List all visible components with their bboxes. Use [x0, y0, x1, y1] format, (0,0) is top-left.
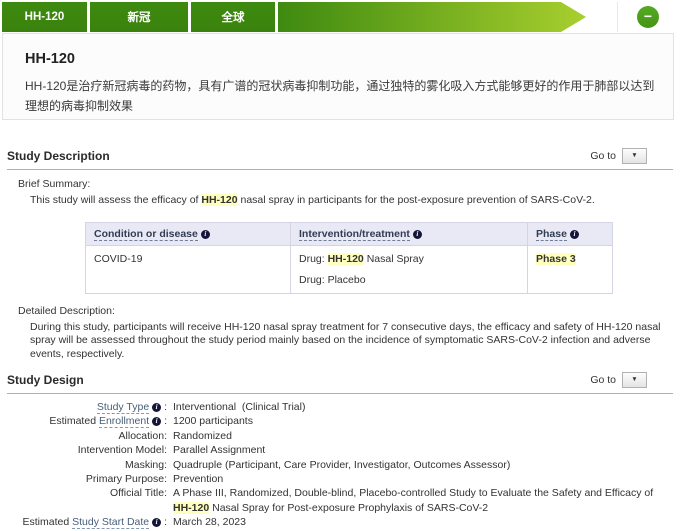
- table-header-row: Condition or diseasei Intervention/treat…: [86, 222, 613, 245]
- clinical-trial-page: HH-120 新冠 全球 − HH-120 HH-120是治疗新冠病毒的药物，具…: [0, 0, 680, 531]
- field-label: Primary Purpose:: [7, 472, 167, 486]
- info-icon[interactable]: i: [201, 230, 210, 239]
- goto-label: Go to: [590, 150, 616, 162]
- condition-header-term[interactable]: Condition or disease: [94, 228, 198, 241]
- phase-badge: Phase 3: [536, 253, 576, 265]
- design-row-intervention-model: Intervention Model: Parallel Assignment: [7, 443, 673, 457]
- label-colon: :: [161, 415, 167, 427]
- study-type-link[interactable]: Study Type: [97, 401, 149, 414]
- main-content: Study Description Go to ▼ Brief Summary:…: [7, 148, 673, 531]
- highlight-term: HH-120: [201, 194, 237, 206]
- info-icon[interactable]: i: [152, 403, 161, 412]
- field-label: Intervention Model:: [7, 443, 167, 457]
- condition-cell: COVID-19: [86, 245, 291, 293]
- phase-cell: Phase 3: [528, 245, 613, 293]
- study-header-card: HH-120 HH-120是治疗新冠病毒的药物，具有广谱的冠状病毒抑制功能，通过…: [2, 33, 674, 120]
- design-row-primary-purpose: Primary Purpose: Prevention: [7, 472, 673, 486]
- label-prefix: Estimated: [49, 415, 99, 427]
- brief-summary-text: This study will assess the efficacy of H…: [30, 194, 662, 208]
- section-title-study-description: Study Description: [7, 149, 110, 163]
- value-prefix: A Phase III, Randomized, Double-blind, P…: [173, 487, 656, 499]
- field-value: Randomized: [173, 429, 232, 443]
- field-value: Parallel Assignment: [173, 443, 265, 457]
- intervention-prefix: Drug:: [299, 253, 328, 265]
- banner-tag-hh120[interactable]: HH-120: [2, 2, 87, 32]
- field-label: Masking:: [7, 458, 167, 472]
- chevron-down-icon: ▼: [631, 153, 637, 160]
- label-colon: :: [161, 516, 167, 528]
- field-value: Quadruple (Participant, Care Provider, I…: [173, 458, 510, 472]
- banner-tag-global[interactable]: 全球: [191, 2, 275, 32]
- col-header-phase: Phasei: [528, 222, 613, 245]
- brief-summary-prefix: This study will assess the efficacy of: [30, 194, 201, 206]
- highlight-term: HH-120: [328, 253, 364, 265]
- study-design-fields: Study Typei : Interventional (Clinical T…: [7, 400, 673, 531]
- info-icon[interactable]: i: [570, 230, 579, 239]
- value-suffix: Nasal Spray for Post-exposure Prophylaxi…: [209, 502, 488, 514]
- table-row: COVID-19 Drug: HH-120 Nasal Spray Drug: …: [86, 245, 613, 293]
- field-label: Study Typei :: [7, 400, 167, 414]
- intervention-line: Drug: Placebo: [299, 274, 519, 286]
- field-label: Estimated Enrollmenti :: [7, 414, 167, 428]
- field-value: March 28, 2023: [173, 515, 246, 529]
- goto-control: Go to ▼: [590, 148, 647, 164]
- collapse-button[interactable]: −: [637, 6, 659, 28]
- intervention-line: Drug: HH-120 Nasal Spray: [299, 253, 519, 265]
- goto-control: Go to ▼: [590, 372, 647, 388]
- minus-icon: −: [644, 9, 652, 23]
- banner-collapse-area: −: [617, 2, 678, 32]
- field-label: Official Title:: [7, 486, 167, 515]
- col-header-condition: Condition or diseasei: [86, 222, 291, 245]
- goto-label: Go to: [590, 374, 616, 386]
- phase-header-term[interactable]: Phase: [536, 228, 567, 241]
- intervention-suffix: Nasal Spray: [364, 253, 424, 265]
- goto-dropdown-study-description[interactable]: ▼: [622, 148, 647, 164]
- brief-summary-label: Brief Summary:: [18, 178, 673, 190]
- top-banner: HH-120 新冠 全球 −: [2, 2, 678, 32]
- study-start-date-link[interactable]: Study Start Date: [72, 516, 149, 529]
- enrollment-link[interactable]: Enrollment: [99, 415, 149, 428]
- highlight-term: HH-120: [173, 502, 209, 514]
- field-label: Allocation:: [7, 429, 167, 443]
- study-design-section-header: Study Design Go to ▼: [7, 372, 673, 394]
- intervention-prefix: Drug: Placebo: [299, 274, 366, 286]
- label-colon: :: [161, 401, 167, 413]
- study-summary-zh: HH-120是治疗新冠病毒的药物，具有广谱的冠状病毒抑制功能，通过独特的雾化吸入…: [25, 76, 659, 116]
- field-value: A Phase III, Randomized, Double-blind, P…: [173, 486, 660, 515]
- banner-arrow: [278, 2, 586, 32]
- design-row-masking: Masking: Quadruple (Participant, Care Pr…: [7, 458, 673, 472]
- info-icon[interactable]: i: [152, 417, 161, 426]
- banner-spacer: [586, 2, 617, 32]
- study-title: HH-120: [25, 51, 651, 67]
- detailed-description-label: Detailed Description:: [18, 305, 673, 317]
- chevron-down-icon: ▼: [631, 377, 637, 384]
- field-label: Estimated Study Start Datei :: [7, 515, 167, 529]
- design-row-start-date: Estimated Study Start Datei : March 28, …: [7, 515, 673, 529]
- intervention-cell: Drug: HH-120 Nasal Spray Drug: Placebo: [291, 245, 528, 293]
- detailed-description-text: During this study, participants will rec…: [30, 321, 662, 362]
- label-prefix: Estimated: [23, 516, 73, 528]
- brief-summary-suffix: nasal spray in participants for the post…: [238, 194, 595, 206]
- goto-dropdown-study-design[interactable]: ▼: [622, 372, 647, 388]
- design-row-official-title: Official Title: A Phase III, Randomized,…: [7, 486, 673, 515]
- field-value: 1200 participants: [173, 414, 253, 428]
- col-header-intervention: Intervention/treatmenti: [291, 222, 528, 245]
- field-value: Interventional (Clinical Trial): [173, 400, 305, 414]
- info-icon[interactable]: i: [413, 230, 422, 239]
- condition-intervention-table: Condition or diseasei Intervention/treat…: [85, 222, 613, 294]
- design-row-study-type: Study Typei : Interventional (Clinical T…: [7, 400, 673, 414]
- field-value: Prevention: [173, 472, 223, 486]
- info-icon[interactable]: i: [152, 518, 161, 527]
- design-row-enrollment: Estimated Enrollmenti : 1200 participant…: [7, 414, 673, 428]
- section-title-study-design: Study Design: [7, 373, 84, 387]
- banner-tag-covid[interactable]: 新冠: [90, 2, 188, 32]
- design-row-allocation: Allocation: Randomized: [7, 429, 673, 443]
- study-description-section-header: Study Description Go to ▼: [7, 148, 673, 170]
- intervention-header-term[interactable]: Intervention/treatment: [299, 228, 410, 241]
